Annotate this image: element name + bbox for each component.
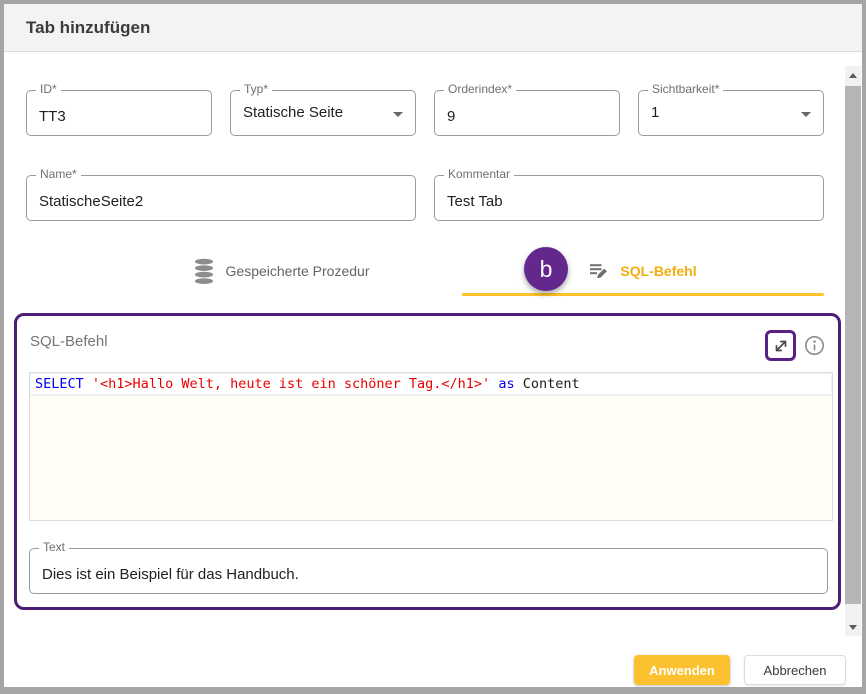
orderindex-field-label: Orderindex*	[444, 82, 516, 96]
scroll-down-button[interactable]	[845, 618, 861, 636]
sql-keyword-select: SELECT	[35, 376, 84, 392]
tab-bar: Gespeicherte Prozedur SQL-Befehl	[100, 248, 824, 294]
kommentar-field[interactable]: Kommentar	[434, 175, 824, 221]
sichtbarkeit-select[interactable]: Sichtbarkeit* 1	[638, 90, 824, 136]
name-field[interactable]: Name*	[26, 175, 416, 221]
id-field[interactable]: ID*	[26, 90, 212, 136]
tab-sql-command[interactable]: SQL-Befehl	[462, 248, 824, 294]
scroll-up-button[interactable]	[845, 66, 861, 84]
annotation-badge-b: b	[524, 247, 568, 291]
apply-button[interactable]: Anwenden	[634, 655, 730, 685]
sql-editor[interactable]: SELECT '<h1>Hallo Welt, heute ist ein sc…	[29, 372, 833, 521]
dialog-header: Tab hinzufügen	[4, 4, 862, 52]
orderindex-field[interactable]: Orderindex*	[434, 90, 620, 136]
typ-select[interactable]: Typ* Statische Seite	[230, 90, 416, 136]
sichtbarkeit-select-label: Sichtbarkeit*	[648, 82, 723, 96]
text-input[interactable]	[30, 549, 827, 593]
name-field-label: Name*	[36, 167, 81, 181]
active-tab-underline	[462, 293, 824, 296]
orderindex-input[interactable]	[435, 91, 619, 135]
arrow-up-icon	[849, 73, 857, 78]
id-input[interactable]	[27, 91, 211, 135]
chevron-down-icon	[393, 112, 403, 117]
database-icon	[193, 258, 215, 285]
dialog-title: Tab hinzufügen	[26, 4, 150, 52]
sql-string-literal: '<h1>Hallo Welt, heute ist ein schöner T…	[92, 376, 490, 392]
sql-code-line: SELECT '<h1>Hallo Welt, heute ist ein sc…	[30, 373, 832, 396]
name-input[interactable]	[27, 176, 415, 220]
scrollbar-thumb[interactable]	[845, 86, 861, 604]
kommentar-field-label: Kommentar	[444, 167, 514, 181]
chevron-down-icon	[801, 112, 811, 117]
sql-identifier: Content	[523, 376, 580, 392]
tab-stored-procedure-label: Gespeicherte Prozedur	[226, 263, 370, 279]
vertical-scrollbar[interactable]	[845, 66, 861, 636]
sql-panel-label: SQL-Befehl	[30, 333, 108, 350]
tab-sql-command-label: SQL-Befehl	[620, 263, 696, 279]
edit-note-icon	[589, 261, 609, 281]
expand-button[interactable]	[765, 330, 796, 361]
typ-select-label: Typ*	[240, 82, 272, 96]
add-tab-dialog: Tab hinzufügen ID* Typ* Statische Seite …	[0, 0, 866, 694]
cancel-button[interactable]: Abbrechen	[744, 655, 846, 685]
tab-stored-procedure[interactable]: Gespeicherte Prozedur	[100, 248, 462, 294]
text-field-label: Text	[39, 540, 69, 554]
sql-keyword-as: as	[498, 376, 514, 392]
sql-command-panel: SQL-Befehl SELECT '<h1>Hallo Welt, heute…	[14, 313, 841, 610]
info-icon[interactable]	[804, 335, 825, 356]
text-field[interactable]: Text	[29, 548, 828, 594]
id-field-label: ID*	[36, 82, 61, 96]
expand-icon	[772, 337, 790, 355]
arrow-down-icon	[849, 625, 857, 630]
kommentar-input[interactable]	[435, 176, 823, 220]
